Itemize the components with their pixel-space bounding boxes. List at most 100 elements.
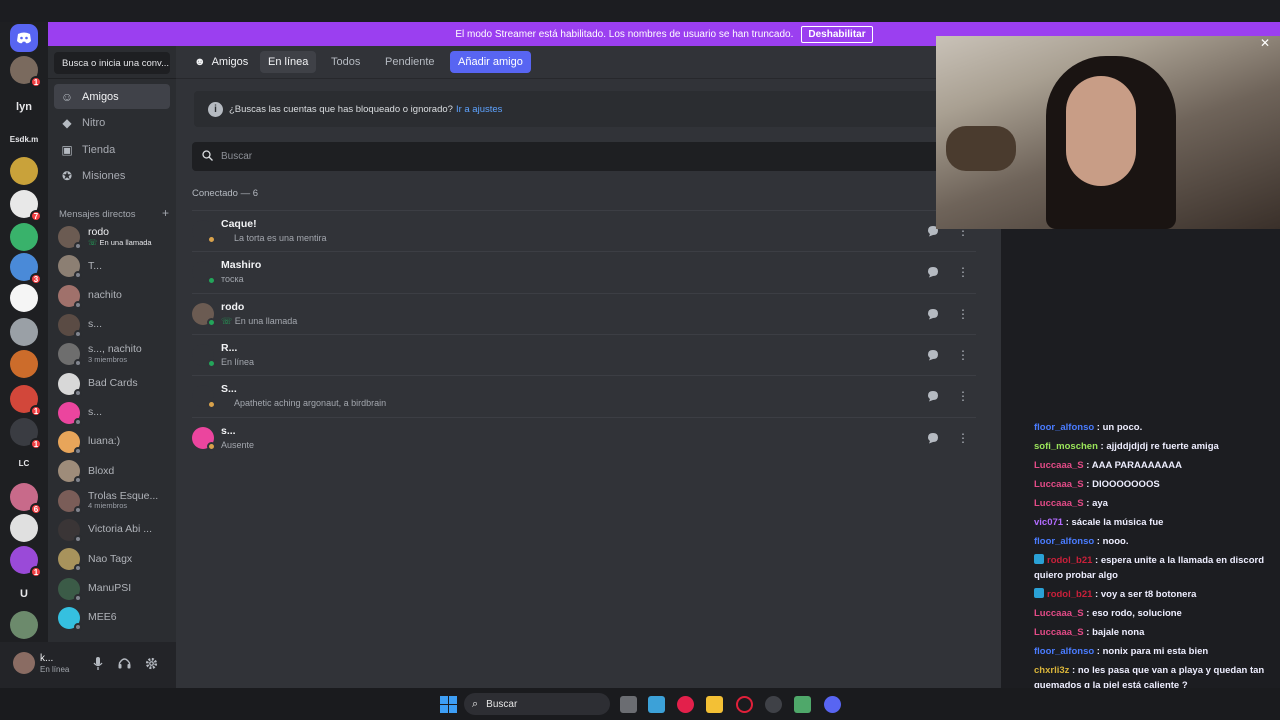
dm-item[interactable]: Trolas Esque... 4 miembros [58, 487, 172, 515]
server-icon[interactable] [10, 223, 38, 251]
unread-badge: 6 [30, 503, 42, 515]
sidebar-item-amigos[interactable]: ☺ Amigos [54, 84, 170, 109]
chat-username[interactable]: floor_alfonso [1034, 422, 1094, 433]
friend-row[interactable]: Mashiro тоска ⋮ [192, 251, 976, 292]
server-icon[interactable]: 1 [10, 56, 42, 88]
sidebar-item-misiones[interactable]: ✪ Misiones [54, 164, 170, 189]
user-name: k... [40, 653, 54, 664]
server-icon[interactable]: 3 [10, 253, 42, 285]
dm-item[interactable]: s... [58, 311, 172, 339]
friend-row[interactable]: S... Apathetic aching argonaut, a birdbra… [192, 375, 976, 416]
dm-item[interactable]: ManuPSI [58, 575, 172, 603]
obs-icon[interactable] [765, 696, 782, 713]
opera-icon[interactable] [736, 696, 753, 713]
more-options-icon[interactable]: ⋮ [954, 429, 972, 447]
dm-search-input[interactable]: Busca o inicia una conv... [54, 52, 170, 74]
chat-username[interactable]: Luccaaa_S [1034, 608, 1084, 619]
discord-taskbar-icon[interactable] [824, 696, 841, 713]
server-icon[interactable] [10, 318, 38, 346]
sidebar-item-tienda[interactable]: ▣ Tienda [54, 137, 170, 162]
friend-row[interactable]: s... Ausente ⋮ [192, 416, 976, 458]
chat-username[interactable]: Luccaaa_S [1034, 479, 1084, 490]
chat-username[interactable]: vic071 [1034, 517, 1063, 528]
disable-streamer-button[interactable]: Deshabilitar [801, 25, 873, 43]
chat-text: eso rodo, solucione [1092, 608, 1182, 619]
microphone-icon[interactable] [90, 655, 106, 671]
chat-username[interactable]: rodol_b21 [1047, 589, 1092, 600]
chat-username[interactable]: sofi_moschen [1034, 441, 1098, 452]
headphones-icon[interactable] [116, 655, 132, 671]
dm-name: Victoria Abi ... [88, 524, 153, 536]
user-avatar[interactable] [13, 652, 35, 674]
taskbar-search[interactable]: ⌕ Buscar [464, 693, 610, 715]
windows-start-icon[interactable] [440, 696, 457, 713]
chat-username[interactable]: floor_alfonso [1034, 646, 1094, 657]
message-icon[interactable] [924, 305, 942, 323]
dm-item[interactable]: s..., nachito 3 miembros [58, 340, 172, 368]
app-icon[interactable] [794, 696, 811, 713]
chat-message: rodol_b21 : espera unite a la llamada en… [1034, 551, 1278, 585]
dm-item[interactable]: Bloxd [58, 457, 172, 485]
pinterest-icon[interactable] [677, 696, 694, 713]
server-icon[interactable] [10, 611, 38, 639]
go-to-settings-link[interactable]: Ir a ajustes [456, 104, 502, 115]
tab-pending[interactable]: Pendiente [377, 51, 443, 73]
server-icon[interactable] [10, 284, 38, 312]
dm-text: rodo ☏ En una llamada [88, 227, 152, 247]
server-icon[interactable] [10, 350, 38, 378]
dm-item[interactable]: luana:) [58, 428, 172, 456]
task-view-icon[interactable] [620, 696, 637, 713]
tab-online[interactable]: En línea [260, 51, 317, 73]
add-friend-button[interactable]: Añadir amigo [450, 51, 531, 73]
more-options-icon[interactable]: ⋮ [954, 263, 972, 281]
chat-username[interactable]: floor_alfonso [1034, 536, 1094, 547]
friend-row[interactable]: Caque! La torta es una mentira ⋮ [192, 210, 976, 251]
dm-item[interactable]: s... [58, 399, 172, 427]
server-icon[interactable]: LC [10, 449, 38, 477]
sidebar-item-nitro[interactable]: ◆ Nitro [54, 111, 170, 136]
chat-username[interactable]: rodol_b21 [1047, 555, 1092, 566]
server-icon[interactable]: U [10, 580, 38, 608]
file-explorer-icon[interactable] [706, 696, 723, 713]
dm-item[interactable]: nachito [58, 282, 172, 310]
message-icon[interactable] [924, 429, 942, 447]
server-icon[interactable]: 6 [10, 483, 42, 515]
more-options-icon[interactable]: ⋮ [954, 305, 972, 323]
chat-text: AAA PARAAAAAAA [1091, 460, 1182, 471]
server-icon[interactable]: 1 [10, 418, 42, 450]
server-icon[interactable]: 1 [10, 385, 42, 417]
dm-item[interactable]: T... [58, 252, 172, 280]
chat-message: vic071 : sácale la música fue [1034, 513, 1278, 532]
friend-row[interactable]: rodo ☏ En una llamada ⋮ [192, 292, 976, 334]
friend-row[interactable]: R... En línea ⋮ [192, 333, 976, 375]
chat-username[interactable]: chxrli3z [1034, 665, 1069, 676]
add-dm-button[interactable]: + [162, 206, 169, 220]
chat-text: nonix para mi esta bien [1102, 646, 1209, 657]
dm-item[interactable]: MEE6 [58, 604, 172, 632]
widgets-icon[interactable] [648, 696, 665, 713]
message-icon[interactable] [924, 387, 942, 405]
server-icon[interactable]: Esdk.m [10, 125, 38, 153]
chat-username[interactable]: Luccaaa_S [1034, 498, 1084, 509]
chat-username[interactable]: Luccaaa_S [1034, 460, 1084, 471]
server-icon[interactable]: lyn [10, 93, 38, 121]
chat-username[interactable]: Luccaaa_S [1034, 627, 1084, 638]
dm-item[interactable]: rodo ☏ En una llamada [58, 223, 172, 251]
message-icon[interactable] [924, 263, 942, 281]
friend-status: La torta es una mentira [234, 233, 327, 243]
server-icon[interactable]: 7 [10, 190, 42, 222]
dm-item[interactable]: Victoria Abi ... [58, 516, 172, 544]
server-icon[interactable] [10, 514, 38, 542]
message-icon[interactable] [924, 346, 942, 364]
server-icon[interactable] [10, 157, 38, 185]
settings-gear-icon[interactable] [143, 655, 159, 671]
close-icon[interactable]: ✕ [1260, 36, 1270, 50]
discord-home-button[interactable] [10, 24, 38, 52]
more-options-icon[interactable]: ⋮ [954, 346, 972, 364]
server-icon[interactable]: 1 [10, 546, 42, 578]
dm-item[interactable]: Bad Cards [58, 370, 172, 398]
friends-search-input[interactable] [221, 151, 921, 162]
dm-item[interactable]: Nao Tagx [58, 545, 172, 573]
more-options-icon[interactable]: ⋮ [954, 387, 972, 405]
tab-all[interactable]: Todos [323, 51, 368, 73]
